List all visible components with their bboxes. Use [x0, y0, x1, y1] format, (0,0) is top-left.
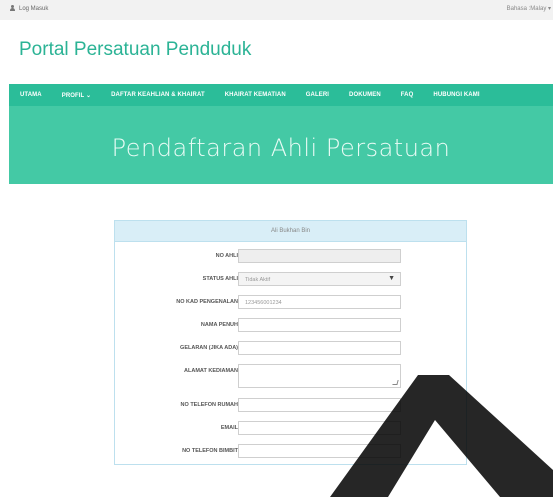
email-input[interactable]	[238, 421, 401, 435]
hero-banner: Pendaftaran Ahli Persatuan	[9, 106, 553, 184]
nav-profil-dropdown[interactable]: PROFIL ⌄	[62, 92, 91, 99]
field-label: STATUS AHLI	[202, 276, 238, 282]
no-telefon-rumah-input[interactable]	[238, 398, 401, 412]
form-row-status-ahli: STATUS AHLI Tidak Aktif ▼	[115, 272, 468, 286]
field-label: NAMA PENUH	[200, 322, 238, 328]
caret-down-icon: ▼	[388, 275, 395, 282]
nav-daftar-keahlian[interactable]: DAFTAR KEAHLIAN & KHAIRAT	[111, 92, 205, 98]
no-telefon-bimbit-input[interactable]	[238, 444, 401, 458]
status-ahli-select[interactable]: Tidak Aktif ▼	[238, 272, 401, 286]
nav-galeri[interactable]: GALERI	[306, 92, 329, 98]
nav-khairat-kematian[interactable]: KHAIRAT KEMATIAN	[225, 92, 286, 98]
field-label: EMAIL	[220, 425, 238, 431]
top-bar: Log Masuk Bahasa :Malay ▾	[0, 0, 553, 20]
nama-penuh-input[interactable]	[238, 318, 401, 332]
login-link[interactable]: Log Masuk	[9, 5, 48, 12]
field-label: NO KAD PENGENALAN	[176, 299, 238, 305]
status-ahli-value: Tidak Aktif	[245, 277, 271, 283]
no-kad-pengenalan-input[interactable]: 123456001234	[238, 295, 401, 309]
field-label: GELARAN (JIKA ADA)	[180, 345, 238, 351]
gelaran-input[interactable]	[238, 341, 401, 355]
form-row-alamat: ALAMAT KEDIAMAN	[115, 364, 468, 388]
registration-form-panel: Ali Bukhan Bin NO AHLI STATUS AHLI Tidak…	[114, 220, 467, 465]
field-label: NO TELEFON BIMBIT	[182, 448, 238, 454]
login-label: Log Masuk	[19, 5, 49, 12]
nav-dokumen[interactable]: DOKUMEN	[349, 92, 381, 98]
alamat-kediaman-textarea[interactable]	[238, 364, 401, 388]
language-selector[interactable]: Bahasa :Malay ▾	[507, 5, 551, 12]
form-row-no-kad: NO KAD PENGENALAN 123456001234	[115, 295, 468, 309]
nav-utama[interactable]: UTAMA	[20, 92, 42, 98]
user-icon	[9, 5, 16, 12]
field-label: ALAMAT KEDIAMAN	[184, 368, 238, 374]
field-label: NO AHLI	[215, 253, 238, 259]
form-row-telefon-rumah: NO TELEFON RUMAH	[115, 398, 468, 412]
form-row-email: EMAIL	[115, 421, 468, 435]
nav-hubungi-kami[interactable]: HUBUNGI KAMI	[433, 92, 479, 98]
page-title: Pendaftaran Ahli Persatuan	[111, 134, 451, 162]
form-row-nama-penuh: NAMA PENUH	[115, 318, 468, 332]
resize-handle-icon[interactable]	[392, 380, 399, 385]
site-title[interactable]: Portal Persatuan Penduduk	[19, 39, 251, 61]
form-row-telefon-bimbit: NO TELEFON BIMBIT	[115, 444, 468, 458]
no-ahli-field	[238, 249, 401, 263]
main-navbar: UTAMA PROFIL ⌄ DAFTAR KEAHLIAN & KHAIRAT…	[9, 84, 553, 106]
field-label: NO TELEFON RUMAH	[180, 402, 238, 408]
form-header: Ali Bukhan Bin	[115, 221, 466, 242]
form-row-gelaran: GELARAN (JIKA ADA)	[115, 341, 468, 355]
form-row-no-ahli: NO AHLI	[115, 249, 468, 263]
nav-faq[interactable]: FAQ	[401, 92, 414, 98]
